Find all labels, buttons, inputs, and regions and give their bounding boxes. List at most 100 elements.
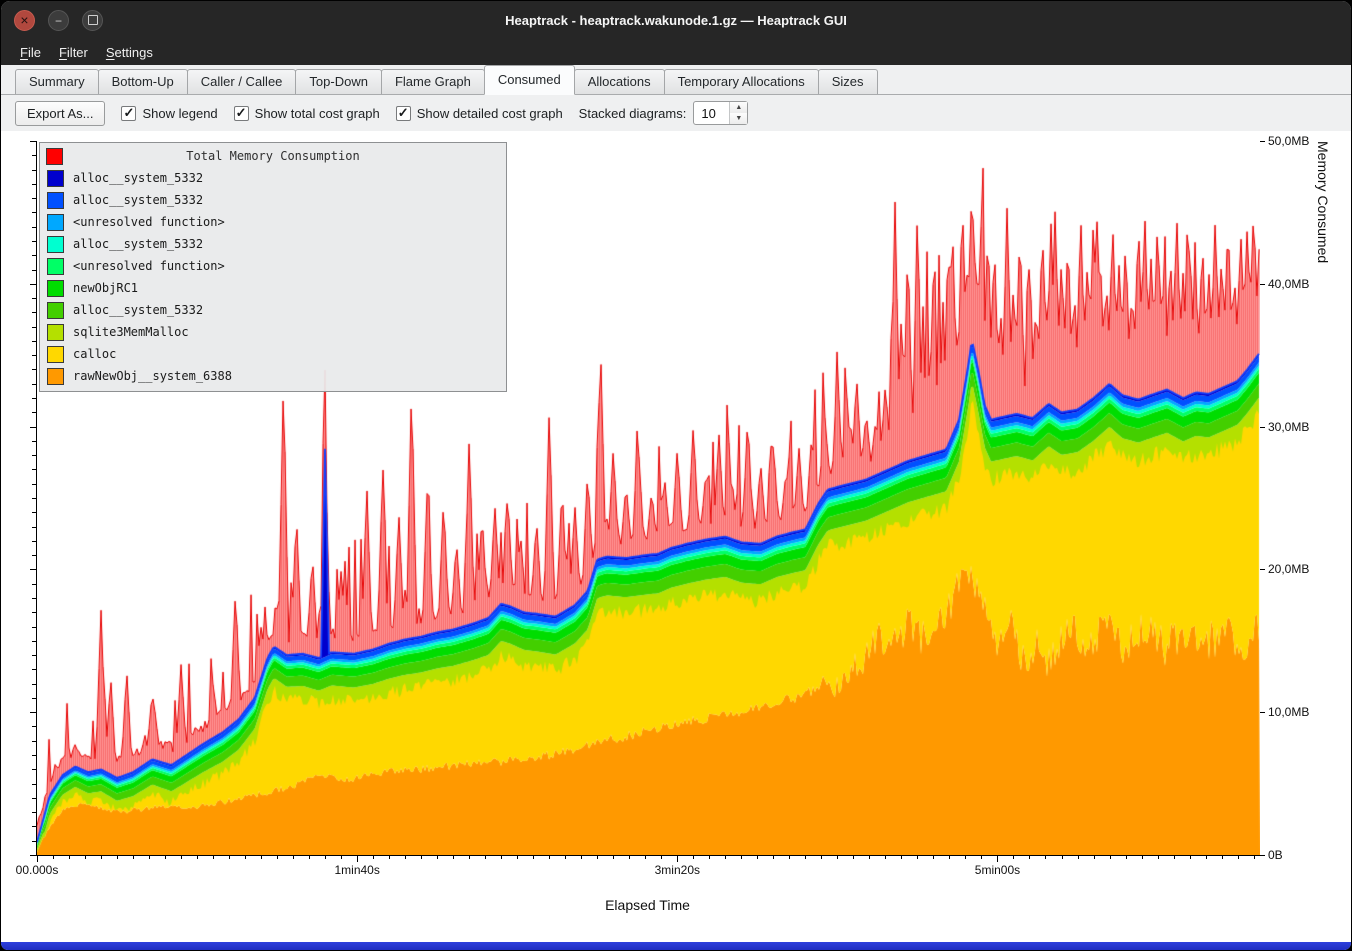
legend-item: <unresolved function>	[40, 255, 506, 277]
y-axis-tick	[32, 155, 37, 156]
x-axis-tick	[261, 855, 262, 859]
legend-item: calloc	[40, 343, 506, 365]
y-axis-tick	[32, 469, 37, 470]
checkbox-icon[interactable]	[121, 106, 136, 121]
x-axis-tick	[213, 855, 214, 859]
export-as-button[interactable]: Export As...	[15, 101, 105, 126]
title-bar: Heaptrack - heaptrack.wakunode.1.gz — He…	[1, 1, 1351, 39]
tab-allocations[interactable]: Allocations	[574, 69, 665, 94]
x-axis-tick	[1029, 855, 1030, 859]
legend-label: <unresolved function>	[73, 259, 225, 273]
menu-settings[interactable]: Settings	[97, 42, 162, 63]
x-axis-tick	[533, 855, 534, 859]
y-axis-tick	[32, 512, 37, 513]
x-axis-tick	[933, 855, 934, 859]
menu-file[interactable]: File	[11, 42, 50, 63]
checkbox-icon[interactable]	[234, 106, 249, 121]
y-axis-tick	[1260, 141, 1265, 142]
legend-item: alloc__system_5332	[40, 189, 506, 211]
x-axis-tick	[1110, 855, 1111, 859]
y-axis-tick	[32, 741, 37, 742]
y-axis-tick	[32, 612, 37, 613]
y-axis-tick	[1260, 855, 1265, 856]
x-axis-tick	[389, 855, 390, 859]
y-axis-tick	[1260, 427, 1265, 428]
y-axis-tick	[32, 555, 37, 556]
chart-legend: Total Memory Consumptionalloc__system_53…	[39, 142, 507, 392]
x-axis-tick	[1174, 855, 1175, 859]
x-axis-tick	[373, 855, 374, 859]
menu-filter[interactable]: Filter	[50, 42, 97, 63]
legend-swatch	[47, 368, 64, 385]
tab-sizes[interactable]: Sizes	[818, 69, 878, 94]
legend-item: <unresolved function>	[40, 211, 506, 233]
x-axis-tick	[885, 855, 886, 859]
y-axis-tick	[32, 441, 37, 442]
x-axis-tick	[581, 855, 582, 859]
x-axis-tick	[1078, 855, 1079, 859]
x-axis-tick	[709, 855, 710, 859]
x-axis-tick	[965, 855, 966, 859]
y-axis-tick	[32, 726, 37, 727]
x-axis-tick	[341, 855, 342, 859]
legend-title-row: Total Memory Consumption	[40, 145, 506, 167]
legend-item: rawNewObj__system_6388	[40, 365, 506, 387]
tab-caller-callee[interactable]: Caller / Callee	[187, 69, 297, 94]
y-axis-tick	[32, 255, 37, 256]
stacked-diagrams-value: 10	[694, 102, 729, 124]
y-axis-tick	[32, 698, 37, 699]
bottom-accent-bar	[1, 942, 1351, 950]
x-axis-tick	[773, 855, 774, 859]
tab-top-down[interactable]: Top-Down	[295, 69, 382, 94]
y-axis-tick	[32, 826, 37, 827]
x-axis-tick	[565, 855, 566, 859]
window-title: Heaptrack - heaptrack.wakunode.1.gz — He…	[1, 13, 1351, 28]
tab-consumed[interactable]: Consumed	[484, 65, 575, 95]
x-axis-tick	[645, 855, 646, 859]
x-axis-tick	[309, 855, 310, 859]
stepper-buttons	[729, 102, 747, 124]
x-axis-tick	[69, 855, 70, 859]
stacked-diagrams-control: Stacked diagrams: 10	[579, 101, 749, 125]
show-detailed-cost-checkbox[interactable]: Show detailed cost graph	[396, 106, 563, 121]
checkbox-icon[interactable]	[396, 106, 411, 121]
legend-swatch	[47, 280, 64, 297]
x-axis-tick	[837, 855, 838, 859]
show-legend-checkbox[interactable]: Show legend	[121, 106, 217, 121]
tab-bottom-up[interactable]: Bottom-Up	[98, 69, 188, 94]
x-axis-tick	[469, 855, 470, 859]
heaptrack-window: Heaptrack - heaptrack.wakunode.1.gz — He…	[0, 0, 1352, 951]
legend-label: sqlite3MemMalloc	[73, 325, 189, 339]
x-axis-tick	[549, 855, 550, 859]
legend-item: alloc__system_5332	[40, 233, 506, 255]
tab-temporary-allocations[interactable]: Temporary Allocations	[664, 69, 819, 94]
legend-label: newObjRC1	[73, 281, 138, 295]
x-tick-label: 5min00s	[975, 863, 1020, 877]
x-axis-tick	[357, 855, 358, 862]
tab-summary[interactable]: Summary	[15, 69, 99, 94]
show-total-cost-checkbox[interactable]: Show total cost graph	[234, 106, 380, 121]
y-axis-tick	[32, 298, 37, 299]
x-axis-tick	[1254, 855, 1255, 859]
x-axis-tick	[149, 855, 150, 859]
y-axis-tick	[30, 427, 37, 428]
x-axis-tick	[981, 855, 982, 859]
legend-item: alloc__system_5332	[40, 299, 506, 321]
legend-swatch	[47, 192, 64, 209]
y-axis-tick	[32, 270, 37, 271]
legend-label: rawNewObj__system_6388	[73, 369, 232, 383]
stepper-up-button[interactable]	[730, 102, 747, 113]
chevron-up-icon	[735, 104, 742, 111]
stacked-diagrams-spinbox[interactable]: 10	[693, 101, 748, 125]
y-axis-tick	[30, 712, 37, 713]
legend-item: alloc__system_5332	[40, 167, 506, 189]
y-axis-tick	[32, 769, 37, 770]
tab-bar: Summary Bottom-Up Caller / Callee Top-Do…	[1, 65, 1351, 95]
menu-bar: File Filter Settings	[1, 39, 1351, 65]
legend-swatch	[47, 346, 64, 363]
y-tick-label: 30,0MB	[1268, 420, 1309, 434]
stepper-down-button[interactable]	[730, 113, 747, 124]
tab-flame-graph[interactable]: Flame Graph	[381, 69, 485, 94]
y-axis-tick	[30, 141, 37, 142]
x-axis-tick	[789, 855, 790, 859]
